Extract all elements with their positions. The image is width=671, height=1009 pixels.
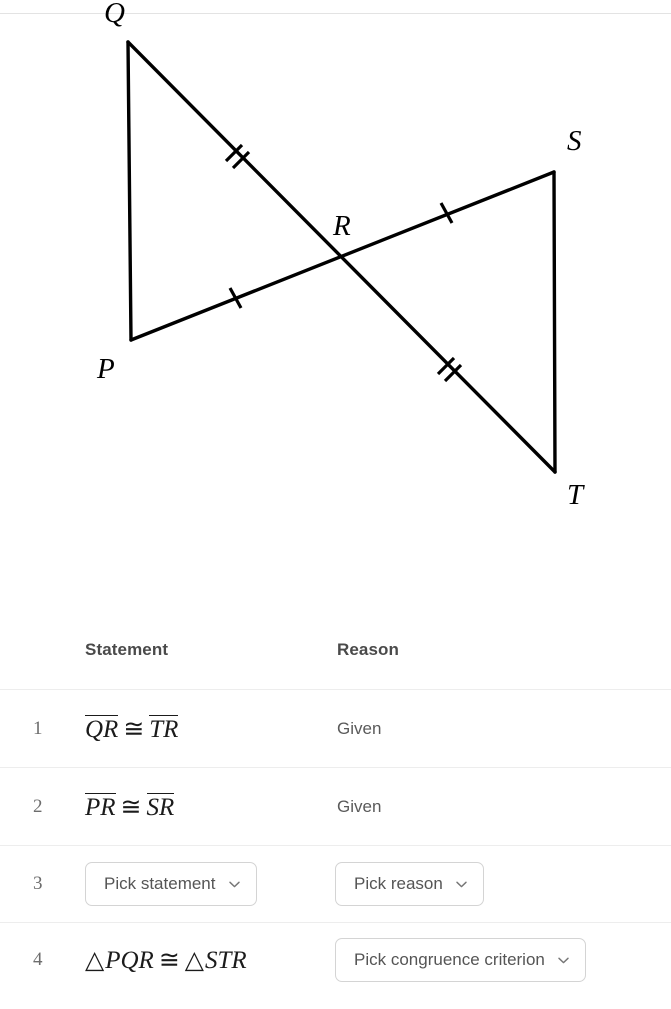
tick-mark-QR-double <box>224 143 251 170</box>
row-number: 1 <box>33 717 43 739</box>
statement-cell: PR ≅ SR <box>85 792 175 822</box>
column-header-statement: Statement <box>85 640 169 659</box>
congruence-symbol: ≅ <box>123 715 145 743</box>
chevron-down-icon <box>455 878 468 891</box>
segment-expression-right: TR <box>149 714 179 743</box>
segment-expression-right: SR <box>146 792 175 821</box>
segment-ST <box>552 170 557 474</box>
statement-cell: QR ≅ TR <box>85 714 179 744</box>
congruence-symbol: ≅ <box>158 947 180 974</box>
vertex-label-Q: Q <box>104 0 125 29</box>
triangle-symbol-left: △ <box>85 947 105 974</box>
segment-PS <box>129 170 556 342</box>
pick-reason-label: Pick reason <box>354 874 443 893</box>
vertex-label-S: S <box>567 125 582 157</box>
table-row: 3 Pick statement Pick reason <box>0 846 671 922</box>
vertex-label-P: P <box>96 353 115 385</box>
row-number: 2 <box>33 795 43 817</box>
statement-cell: △PQR ≅ △STR <box>85 945 247 975</box>
vertex-label-T: T <box>567 479 585 511</box>
pick-congruence-criterion-dropdown[interactable]: Pick congruence criterion <box>335 938 586 982</box>
vertex-label-R: R <box>332 210 351 242</box>
congruence-symbol: ≅ <box>120 793 142 821</box>
row-number: 3 <box>33 873 43 894</box>
table-row: 2 PR ≅ SR Given <box>0 768 671 845</box>
row-number: 4 <box>33 949 43 970</box>
reason-cell: Given <box>337 796 382 816</box>
chevron-down-icon <box>557 954 570 967</box>
tick-mark-RT-double <box>436 356 463 383</box>
chevron-down-icon <box>228 878 241 891</box>
segment-expression-left: PR <box>85 792 116 821</box>
triangle-expression-right: STR <box>205 947 247 974</box>
table-row: 4 △PQR ≅ △STR Pick congruence criterion <box>0 923 671 997</box>
column-header-reason: Reason <box>337 640 400 659</box>
pick-statement-dropdown[interactable]: Pick statement <box>85 862 257 906</box>
segment-expression-left: QR <box>85 714 119 743</box>
reason-cell: Given <box>337 718 382 738</box>
pick-congruence-criterion-label: Pick congruence criterion <box>354 950 545 969</box>
triangle-expression-left: PQR <box>105 947 154 974</box>
triangle-symbol-right: △ <box>184 947 205 974</box>
table-row: 1 QR ≅ TR Given <box>0 690 671 767</box>
segment-QP <box>126 40 133 342</box>
proof-table: Statement Reason 1 QR ≅ TR Given 2 PR ≅ SR G… <box>0 620 671 997</box>
geometry-figure: Q P R S T <box>0 0 671 600</box>
pick-reason-dropdown[interactable]: Pick reason <box>335 862 484 906</box>
pick-statement-label: Pick statement <box>104 874 216 893</box>
table-header-row: Statement Reason <box>0 620 671 689</box>
